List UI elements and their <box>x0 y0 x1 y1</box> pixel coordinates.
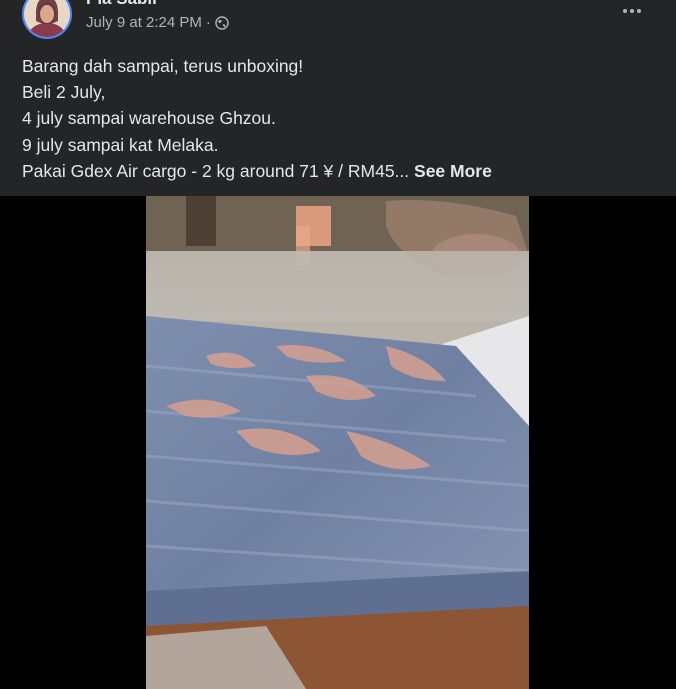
author-name[interactable]: Pia Sabil <box>86 0 157 9</box>
globe-icon[interactable] <box>215 15 229 30</box>
post-text-truncated: Pakai Gdex Air cargo - 2 kg around 71 ¥ … <box>22 160 410 181</box>
post-header: Pia Sabil July 9 at 2:24 PM · <box>0 0 676 48</box>
more-dot <box>630 9 634 13</box>
see-more-link[interactable]: See More <box>414 161 492 181</box>
meta-separator: · <box>205 14 211 31</box>
more-options-button[interactable] <box>614 0 650 22</box>
post-text-line: Barang dah sampai, terus unboxing! <box>22 56 304 76</box>
post-text-line: 9 july sampai kat Melaka. <box>22 134 219 155</box>
post-media[interactable] <box>0 196 676 689</box>
more-dot <box>637 9 641 13</box>
author-avatar[interactable] <box>22 0 72 39</box>
post-timestamp[interactable]: July 9 at 2:24 PM <box>86 14 202 31</box>
more-horizontal-icon <box>623 9 627 13</box>
avatar-image <box>24 0 70 37</box>
post-meta: July 9 at 2:24 PM · <box>86 14 229 31</box>
video-thumbnail[interactable] <box>146 196 529 689</box>
post-text-line-last: Pakai Gdex Air cargo - 2 kg around 71 ¥ … <box>22 158 662 184</box>
post-text-line: Beli 2 July, <box>22 82 106 103</box>
post-text: Barang dah sampai, terus unboxing! Beli … <box>22 53 662 184</box>
post-text-line: 4 july sampai warehouse Ghzou. <box>22 108 276 129</box>
